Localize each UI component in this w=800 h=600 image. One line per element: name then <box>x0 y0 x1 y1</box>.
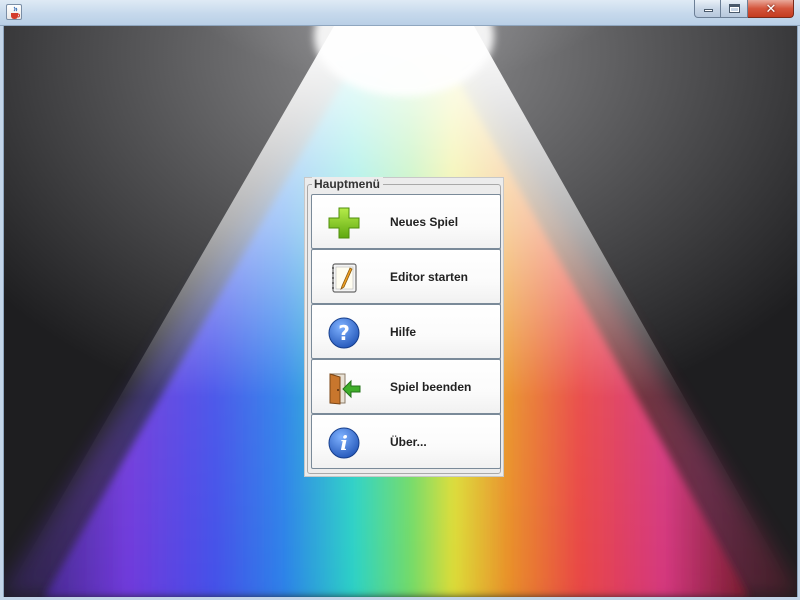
main-menu-panel: Hauptmenü Neues Spiel Editor starten ? H… <box>304 177 504 477</box>
main-menu-group: Hauptmenü Neues Spiel Editor starten ? H… <box>307 177 501 474</box>
start-editor-label: Editor starten <box>390 270 469 284</box>
main-menu-legend: Hauptmenü <box>312 177 383 191</box>
about-label: Über... <box>390 435 427 449</box>
notepad-edit-icon <box>326 260 362 296</box>
window-titlebar[interactable]: ✕ <box>0 0 800 26</box>
help-label: Hilfe <box>390 325 417 339</box>
new-game-button[interactable]: Neues Spiel <box>311 194 501 249</box>
info-icon: i <box>326 425 362 461</box>
svg-text:?: ? <box>338 321 350 345</box>
help-icon: ? <box>326 315 362 351</box>
svg-text:i: i <box>340 431 348 455</box>
help-button[interactable]: ? Hilfe <box>311 304 501 359</box>
close-icon: ✕ <box>765 1 777 16</box>
window-controls: ✕ <box>694 0 794 18</box>
java-cup-icon[interactable] <box>6 4 22 20</box>
maximize-button[interactable] <box>721 0 748 18</box>
game-background: Hauptmenü Neues Spiel Editor starten ? H… <box>4 26 797 597</box>
plus-icon <box>326 205 362 241</box>
about-button[interactable]: i Über... <box>311 414 501 469</box>
maximize-icon <box>729 4 740 13</box>
new-game-label: Neues Spiel <box>390 215 459 229</box>
quit-game-label: Spiel beenden <box>390 380 472 394</box>
quit-game-button[interactable]: Spiel beenden <box>311 359 501 414</box>
close-button[interactable]: ✕ <box>748 0 794 18</box>
exit-door-icon <box>326 370 362 406</box>
start-editor-button[interactable]: Editor starten <box>311 249 501 304</box>
minimize-icon <box>704 9 713 12</box>
minimize-button[interactable] <box>694 0 721 18</box>
